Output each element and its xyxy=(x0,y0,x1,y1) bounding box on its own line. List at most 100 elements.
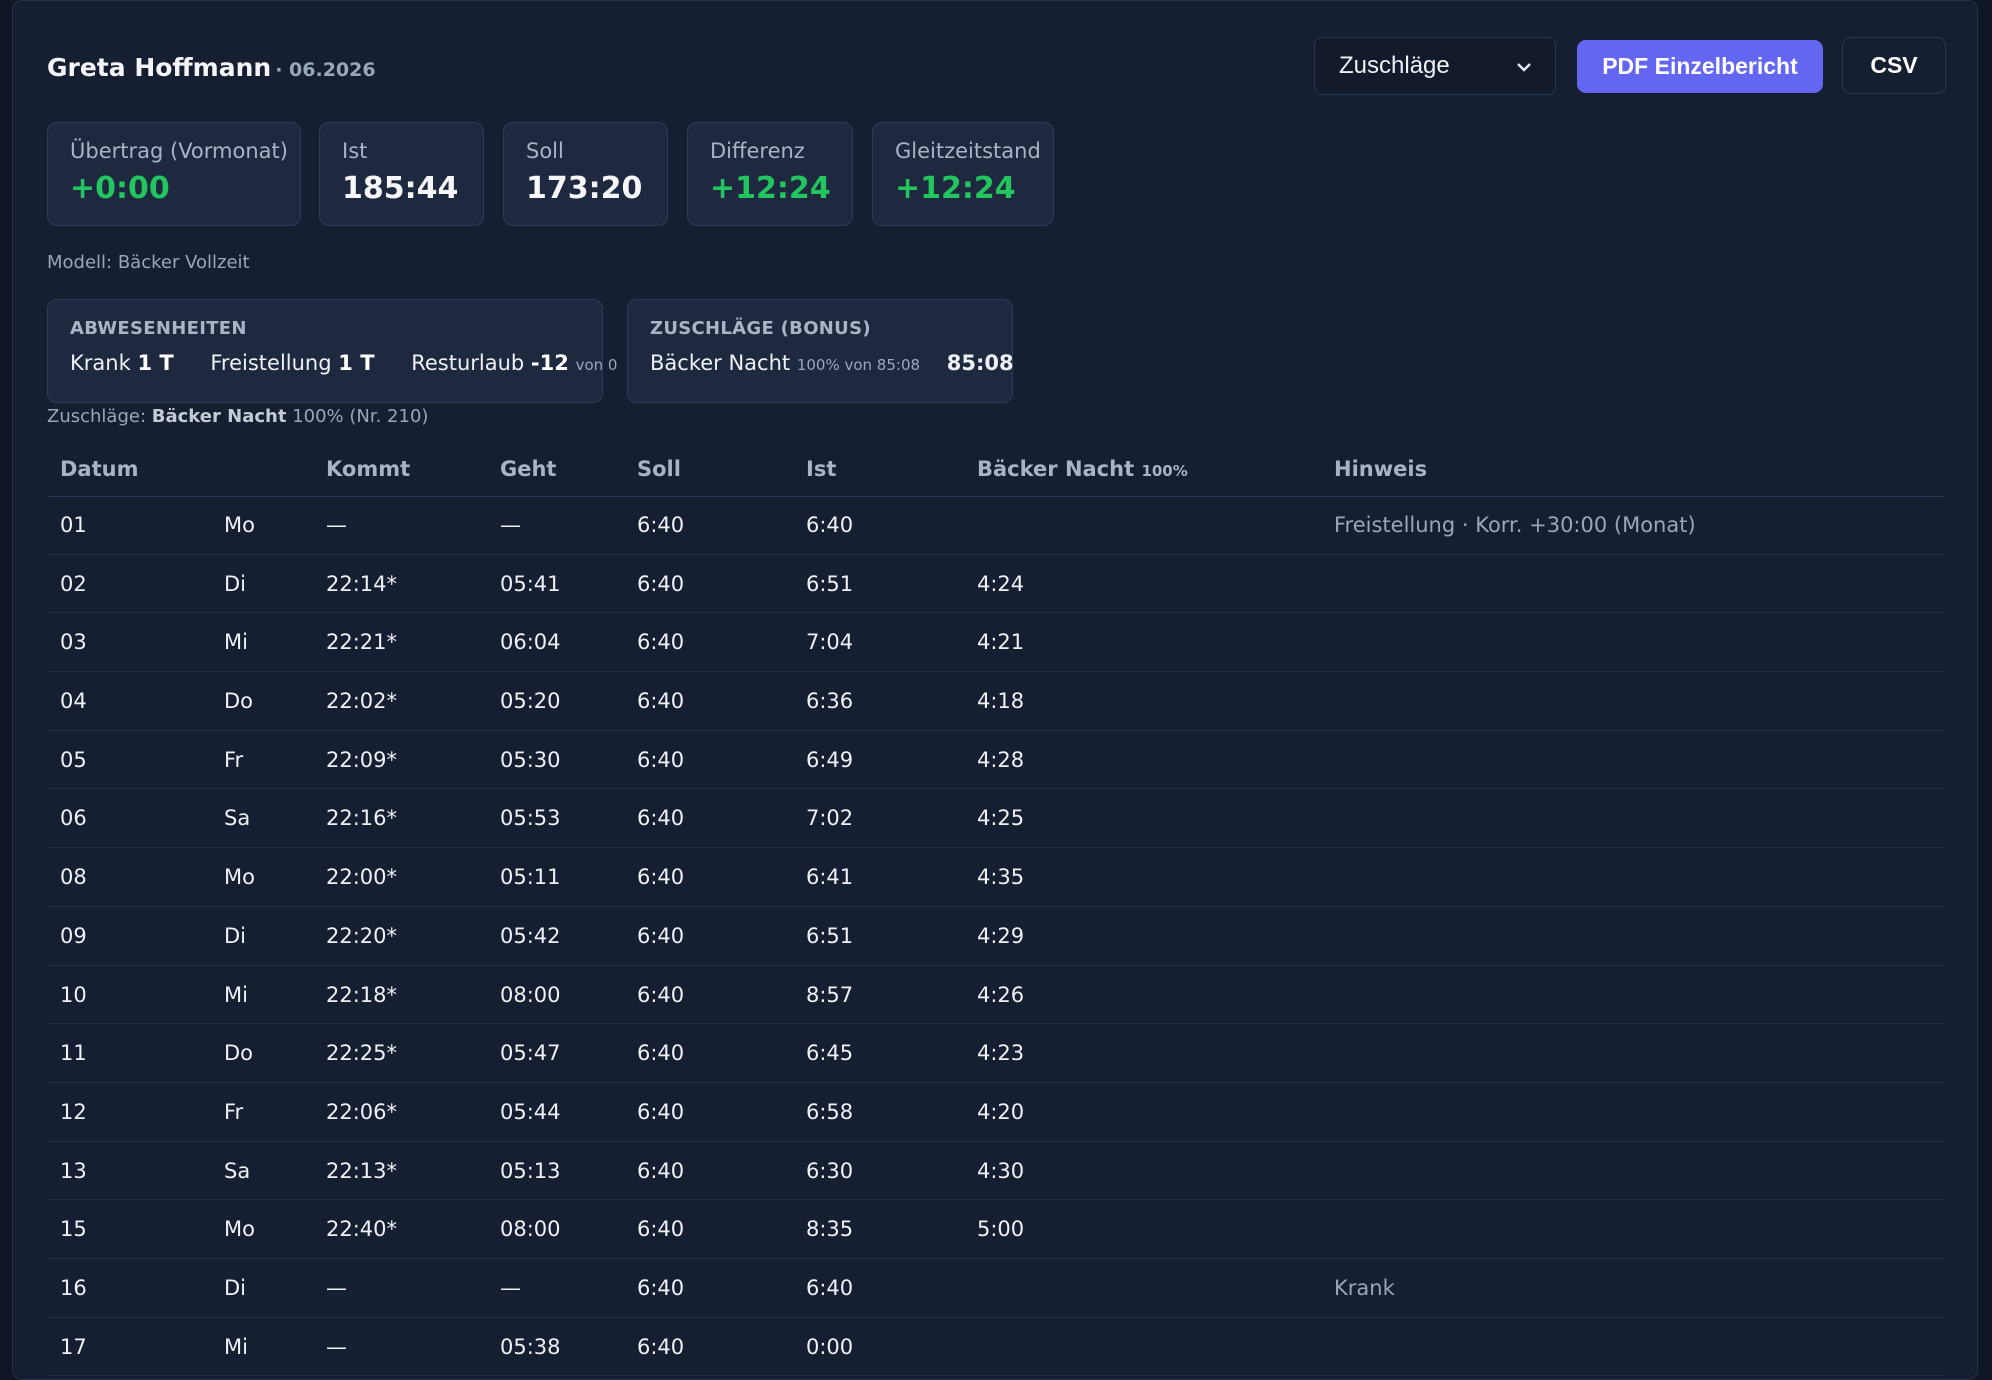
cell-weekday: Di xyxy=(224,1275,247,1300)
cell-kommt: 22:09* xyxy=(326,747,398,772)
absence-leave: Freistellung 1 T xyxy=(210,351,374,375)
cell-bonus: 4:28 xyxy=(977,747,1025,772)
table-row[interactable]: 13 Sa 22:13* 05:13 6:40 6:30 4:30 xyxy=(47,1142,1945,1201)
pdf-report-button[interactable]: PDF Einzelbericht xyxy=(1577,40,1823,93)
cell-weekday: Do xyxy=(224,689,254,714)
cell-soll: 6:40 xyxy=(637,865,685,890)
cell-weekday: Mi xyxy=(224,982,248,1007)
table-row[interactable]: 03 Mi 22:21* 06:04 6:40 7:04 4:21 xyxy=(47,613,1945,673)
table-row[interactable]: 10 Mi 22:18* 08:00 6:40 8:57 4:26 xyxy=(47,966,1945,1025)
cell-bonus: 4:26 xyxy=(977,982,1025,1007)
cell-ist: 7:02 xyxy=(806,806,854,831)
cell-geht: 08:00 xyxy=(500,1217,561,1242)
cell-geht: 08:00 xyxy=(500,982,561,1007)
cell-ist: 6:40 xyxy=(806,513,854,537)
cell-bonus: 4:35 xyxy=(977,865,1025,890)
work-model: Modell: Bäcker Vollzeit xyxy=(47,252,250,273)
table-row[interactable]: 11 Do 22:25* 05:47 6:40 6:45 4:23 xyxy=(47,1024,1945,1083)
cell-day: 17 xyxy=(60,1334,87,1359)
table-row[interactable]: 08 Mo 22:00* 05:11 6:40 6:41 4:35 xyxy=(47,848,1945,907)
cell-weekday: Sa xyxy=(224,1158,251,1183)
stat-card-difference: Differenz +12:24 xyxy=(687,122,853,226)
employee-name-text: Greta Hoffmann xyxy=(47,53,272,82)
cell-day: 06 xyxy=(60,806,87,831)
cell-kommt: 22:06* xyxy=(326,1099,398,1124)
cell-geht: 05:30 xyxy=(500,747,561,772)
cell-hinweis: Freistellung · Korr. +30:00 (Monat) xyxy=(1334,513,1696,537)
cell-kommt: 22:00* xyxy=(326,865,398,890)
cell-bonus: 4:21 xyxy=(977,630,1025,655)
cell-ist: 6:36 xyxy=(806,689,854,714)
header-bonus-pct: 100% xyxy=(1141,462,1188,480)
header-ist: Ist xyxy=(806,457,837,481)
stat-card-flextime: Gleitzeitstand +12:24 xyxy=(872,122,1054,226)
cell-soll: 6:40 xyxy=(637,923,685,948)
table-row[interactable]: 06 Sa 22:16* 05:53 6:40 7:02 4:25 xyxy=(47,789,1945,849)
cell-ist: 6:30 xyxy=(806,1158,854,1183)
chevron-down-icon xyxy=(1517,56,1531,77)
cell-soll: 6:40 xyxy=(637,1334,685,1359)
employee-name: Greta Hoffmann · 06.2026 xyxy=(47,53,376,82)
absence-vacation-suffix: von 0 xyxy=(575,356,618,374)
table-row[interactable]: 16 Di — — 6:40 6:40 Krank xyxy=(47,1259,1945,1318)
cell-geht: 05:38 xyxy=(500,1334,561,1359)
cell-geht: 05:53 xyxy=(500,806,561,831)
absences-title: ABWESENHEITEN xyxy=(70,318,247,339)
report-type-select[interactable]: Zuschläge xyxy=(1314,37,1556,95)
cell-soll: 6:40 xyxy=(637,571,685,596)
cell-day: 11 xyxy=(60,1041,87,1066)
cell-weekday: Mi xyxy=(224,1334,248,1359)
cell-soll: 6:40 xyxy=(637,630,685,655)
absence-leave-value: 1 T xyxy=(338,351,375,375)
stat-value: +12:24 xyxy=(895,171,1016,206)
header-bonus-label: Bäcker Nacht xyxy=(977,457,1135,481)
table-row[interactable]: 05 Fr 22:09* 05:30 6:40 6:49 4:28 xyxy=(47,731,1945,790)
cell-weekday: Mo xyxy=(224,513,255,537)
table-row[interactable]: 02 Di 22:14* 05:41 6:40 6:51 4:24 xyxy=(47,555,1945,614)
cell-weekday: Mo xyxy=(224,1217,255,1242)
stat-card-carryover: Übertrag (Vormonat) +0:00 xyxy=(47,122,301,226)
stat-value: +12:24 xyxy=(710,171,831,206)
table-row[interactable]: 04 Do 22:02* 05:20 6:40 6:36 4:18 xyxy=(47,672,1945,731)
cell-bonus: 4:23 xyxy=(977,1041,1025,1066)
cell-ist: 8:35 xyxy=(806,1217,854,1242)
cell-soll: 6:40 xyxy=(637,806,685,831)
cell-ist: 6:40 xyxy=(806,1275,854,1300)
cell-ist: 7:04 xyxy=(806,630,854,655)
cell-weekday: Do xyxy=(224,1041,254,1066)
table-row[interactable]: 12 Fr 22:06* 05:44 6:40 6:58 4:20 xyxy=(47,1083,1945,1142)
stat-card-ist: Ist 185:44 xyxy=(319,122,484,226)
cell-day: 12 xyxy=(60,1099,87,1124)
stat-value: 185:44 xyxy=(342,171,459,206)
cell-day: 04 xyxy=(60,689,87,714)
cell-bonus: 4:18 xyxy=(977,689,1025,714)
table-row[interactable]: 15 Mo 22:40* 08:00 6:40 8:35 5:00 xyxy=(47,1200,1945,1259)
cell-geht: — xyxy=(500,1275,521,1300)
stat-value: 173:20 xyxy=(526,171,643,206)
surcharge-note: Zuschläge: Bäcker Nacht 100% (Nr. 210) xyxy=(47,406,428,427)
header-bonus: Bäcker Nacht 100% xyxy=(977,457,1188,481)
cell-bonus: 4:30 xyxy=(977,1158,1025,1183)
table-row[interactable]: 01 Mo — — 6:40 6:40 Freistellung · Korr. +30:0… xyxy=(47,496,1945,555)
cell-weekday: Sa xyxy=(224,806,251,831)
bonus-title: ZUSCHLÄGE (BONUS) xyxy=(650,318,871,339)
surcharge-note-name: Bäcker Nacht xyxy=(151,406,287,427)
cell-geht: 05:41 xyxy=(500,571,561,596)
absences-row: Krank 1 T Freistellung 1 T Resturlaub -1… xyxy=(70,351,617,375)
surcharge-note-suffix: 100% (Nr. 210) xyxy=(292,406,429,427)
csv-export-button[interactable]: CSV xyxy=(1842,37,1946,94)
cell-kommt: 22:16* xyxy=(326,806,398,831)
cell-kommt: 22:13* xyxy=(326,1158,398,1183)
bonus-label: Bäcker Nacht xyxy=(650,351,791,375)
table-row[interactable]: 09 Di 22:20* 05:42 6:40 6:51 4:29 xyxy=(47,907,1945,966)
cell-kommt: 22:20* xyxy=(326,923,398,948)
cell-weekday: Mo xyxy=(224,865,255,890)
header-kommt: Kommt xyxy=(326,457,411,481)
stat-label: Differenz xyxy=(710,139,805,163)
table-row[interactable]: 17 Mi — 05:38 6:40 0:00 xyxy=(47,1318,1945,1377)
cell-bonus: 4:20 xyxy=(977,1099,1025,1124)
cell-geht: 05:42 xyxy=(500,923,561,948)
cell-ist: 8:57 xyxy=(806,982,854,1007)
cell-soll: 6:40 xyxy=(637,689,685,714)
cell-soll: 6:40 xyxy=(637,747,685,772)
